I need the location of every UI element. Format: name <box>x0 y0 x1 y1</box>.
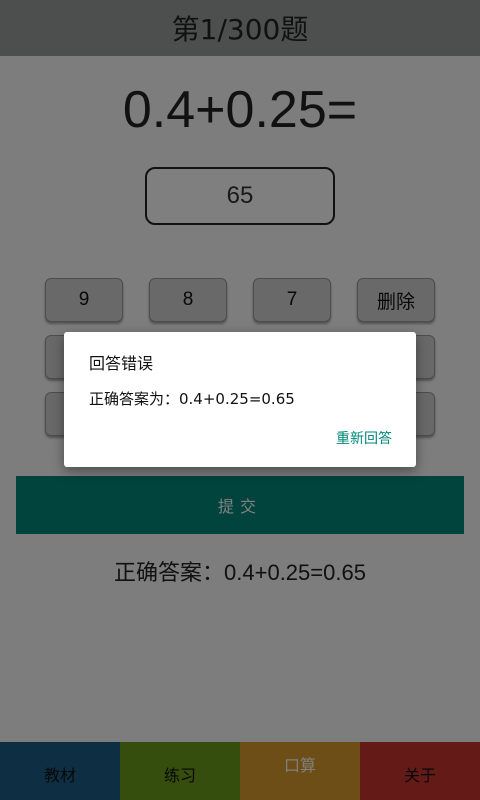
dialog-message: 正确答案为：0.4+0.25=0.65 <box>89 390 295 408</box>
retry-button[interactable]: 重新回答 <box>336 428 392 448</box>
dialog-title: 回答错误 <box>89 354 154 373</box>
error-dialog: 回答错误 正确答案为：0.4+0.25=0.65 重新回答 <box>64 332 416 467</box>
